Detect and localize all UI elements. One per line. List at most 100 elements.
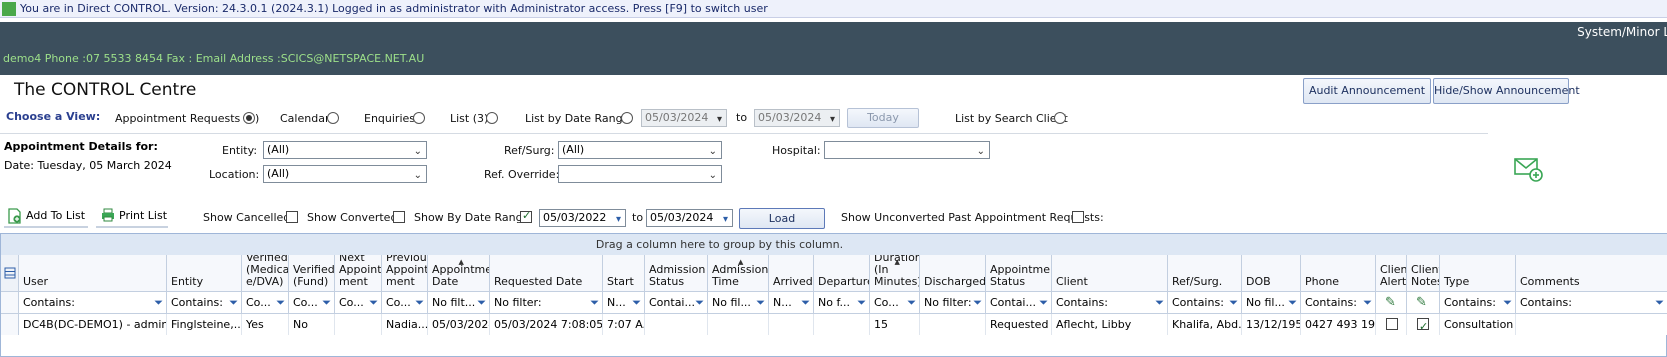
show-unconverted-checkbox[interactable]: [1072, 211, 1084, 223]
filter-date-to-picker[interactable]: 05/03/2024 ▾: [646, 209, 733, 227]
filter-icon[interactable]: ⏷: [229, 292, 238, 313]
table-cell-2[interactable]: Yes: [242, 314, 289, 335]
filter-date-from-picker[interactable]: 05/03/2022 ▾: [539, 209, 626, 227]
filter-cell-18[interactable]: No fil... ⏷: [1242, 292, 1301, 314]
filter-icon[interactable]: ⏷: [695, 292, 704, 313]
show-by-date-range-checkbox[interactable]: [520, 209, 532, 223]
column-header-verified-fund[interactable]: Verified (Fund): [289, 255, 335, 292]
column-header-verified-medicare-dva[interactable]: Verified (Medicar e/DVA): [242, 255, 289, 292]
filter-cell-0[interactable]: Contains: ⏷: [19, 292, 167, 314]
table-cell-3[interactable]: No: [289, 314, 335, 335]
column-header-previous-appointment[interactable]: Previous Appoint ment: [382, 255, 428, 292]
filter-cell-10[interactable]: No fil... ⏷: [708, 292, 769, 314]
show-converted-checkbox[interactable]: [393, 211, 405, 223]
filter-cell-23[interactable]: Contains: ⏷: [1516, 292, 1667, 314]
view-enquiries-radio[interactable]: [413, 112, 425, 124]
filter-cell-17[interactable]: Contains: ⏷: [1168, 292, 1242, 314]
entity-select[interactable]: (All) ⌄: [263, 141, 427, 159]
filter-cell-13[interactable]: Co... ⏷: [870, 292, 920, 314]
column-header-type[interactable]: Type: [1440, 255, 1516, 292]
row-selector[interactable]: [1, 314, 19, 335]
column-header-appointment-date[interactable]: Appointment Date▲: [428, 255, 490, 292]
column-header-phone[interactable]: Phone: [1301, 255, 1376, 292]
filter-cell-6[interactable]: No filt... ⏷: [428, 292, 490, 314]
column-header-admission-time[interactable]: Admission Time ▲: [708, 255, 769, 292]
filter-icon[interactable]: ⏷: [276, 292, 285, 313]
column-header-ref-surg[interactable]: Ref/Surg.: [1168, 255, 1242, 292]
filter-cell-14[interactable]: No filter: ⏷: [920, 292, 986, 314]
filter-icon[interactable]: ⏷: [477, 292, 486, 313]
column-header-admission-status[interactable]: Admission Status: [645, 255, 708, 292]
note-edit-icon[interactable]: ✎: [1416, 292, 1427, 313]
table-cell-14[interactable]: [920, 314, 986, 335]
table-cell-7[interactable]: 05/03/2024 7:08:05 A...: [490, 314, 603, 335]
ref-override-select[interactable]: ⌄: [558, 165, 722, 183]
view-list-by-date-radio[interactable]: [621, 112, 633, 124]
column-header-client-alerts[interactable]: Client Alerts: [1376, 255, 1407, 292]
today-button[interactable]: Today: [847, 108, 919, 128]
add-to-list-button[interactable]: Add To List: [4, 204, 88, 228]
filter-icon[interactable]: ⏷: [1039, 292, 1048, 313]
table-cell-8[interactable]: 7:07 A...: [603, 314, 645, 335]
filter-icon[interactable]: ⏷: [154, 292, 163, 313]
filter-cell-16[interactable]: Contains: ⏷: [1052, 292, 1168, 314]
view-appointment-requests-radio[interactable]: [243, 112, 255, 124]
filter-cell-22[interactable]: Contains: ⏷: [1440, 292, 1516, 314]
column-header-comments[interactable]: Comments: [1516, 255, 1667, 292]
filter-icon[interactable]: ⏷: [907, 292, 916, 313]
filter-icon[interactable]: ⏷: [1655, 292, 1664, 313]
table-cell-19[interactable]: 0427 493 192: [1301, 314, 1376, 335]
column-header-appointment-status[interactable]: Appointment Status: [986, 255, 1052, 292]
filter-icon[interactable]: ⏷: [857, 292, 866, 313]
filter-cell-7[interactable]: No filter: ⏷: [490, 292, 603, 314]
filter-icon[interactable]: ⏷: [973, 292, 982, 313]
column-header-arrived[interactable]: Arrived: [769, 255, 814, 292]
hide-show-announcement-button[interactable]: Hide/Show Announcement: [1433, 78, 1580, 104]
audit-announcement-button[interactable]: Audit Announcement: [1303, 78, 1431, 104]
table-cell-15[interactable]: Requested: [986, 314, 1052, 335]
filter-icon[interactable]: ⏷: [415, 292, 424, 313]
view-date-from-picker[interactable]: 05/03/2024 ▾: [641, 109, 727, 127]
refsurg-select[interactable]: (All) ⌄: [558, 141, 722, 159]
new-mail-icon[interactable]: [1513, 155, 1543, 183]
filter-cell-9[interactable]: Contai... ⏷: [645, 292, 708, 314]
view-list-radio[interactable]: [486, 112, 498, 124]
filter-icon[interactable]: ⏷: [590, 292, 599, 313]
table-cell-10[interactable]: [708, 314, 769, 335]
table-cell-18[interactable]: 13/12/1950: [1242, 314, 1301, 335]
column-header-requested-date[interactable]: Requested Date: [490, 255, 603, 292]
table-cell-22[interactable]: Consultation: [1440, 314, 1516, 335]
filter-cell-12[interactable]: No f... ⏷: [814, 292, 870, 314]
table-cell-6[interactable]: 05/03/2024: [428, 314, 490, 335]
table-cell-0[interactable]: DC4B(DC-DEMO1) - administ...: [19, 314, 167, 335]
print-list-button[interactable]: Print List: [96, 204, 168, 228]
grid-settings-icon[interactable]: [4, 267, 16, 279]
table-cell-5[interactable]: Nadia...: [382, 314, 428, 335]
filter-cell-8[interactable]: N... ⏷: [603, 292, 645, 314]
column-header-start[interactable]: Start: [603, 255, 645, 292]
hospital-select[interactable]: ⌄: [824, 141, 990, 159]
filter-cell-11[interactable]: N... ⏷: [769, 292, 814, 314]
filter-cell-2[interactable]: Co... ⏷: [242, 292, 289, 314]
grid-corner[interactable]: [1, 255, 19, 292]
column-header-client-notes[interactable]: Client Notes: [1407, 255, 1440, 292]
filter-cell-15[interactable]: Contai... ⏷: [986, 292, 1052, 314]
location-select[interactable]: (All) ⌄: [263, 165, 427, 183]
filter-icon[interactable]: ⏷: [801, 292, 810, 313]
column-header-user[interactable]: User: [19, 255, 167, 292]
table-cell-17[interactable]: Khalifa, Abd...: [1168, 314, 1242, 335]
table-cell-13[interactable]: 15: [870, 314, 920, 335]
table-cell-20[interactable]: [1376, 314, 1407, 335]
view-calendar-radio[interactable]: [327, 112, 339, 124]
column-header-entity[interactable]: Entity: [167, 255, 242, 292]
table-cell-9[interactable]: [645, 314, 708, 335]
column-header-next-appointment[interactable]: Next Appoint ment: [335, 255, 382, 292]
column-header-discharged[interactable]: Discharged: [920, 255, 986, 292]
filter-icon[interactable]: ⏷: [1363, 292, 1372, 313]
table-cell-1[interactable]: Finglsteine,...: [167, 314, 242, 335]
table-cell-4[interactable]: [335, 314, 382, 335]
filter-icon[interactable]: ⏷: [756, 292, 765, 313]
filter-cell-20[interactable]: ✎: [1376, 292, 1407, 314]
filter-icon[interactable]: ⏷: [1229, 292, 1238, 313]
filter-cell-3[interactable]: Co... ⏷: [289, 292, 335, 314]
